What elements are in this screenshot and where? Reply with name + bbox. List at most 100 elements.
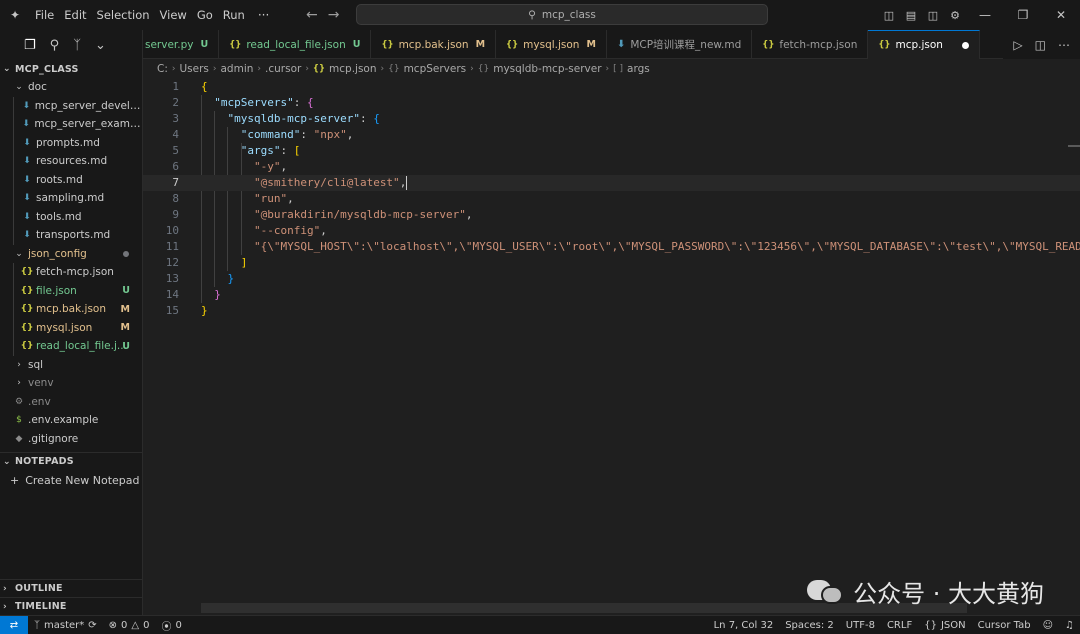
tree-folder-sql[interactable]: › sql [0, 356, 142, 375]
code-line[interactable]: 6 "-y", [143, 159, 1080, 175]
tab-fetch-mcp-json[interactable]: {} fetch-mcp.json [752, 30, 869, 59]
forward-arrow-icon[interactable]: → [328, 7, 340, 23]
tree-file[interactable]: ⬇ mcp_server_develop... [0, 96, 142, 115]
menu-edit[interactable]: Edit [59, 0, 91, 30]
tab-mysql-json[interactable]: {} mysql.json M [496, 30, 607, 59]
code-line[interactable]: 15} [143, 303, 1080, 319]
code-line[interactable]: 13 } [143, 271, 1080, 287]
copilot-icon[interactable]: ☺ [1037, 620, 1059, 631]
tree-label: venv [28, 377, 54, 390]
breadcrumb-item[interactable]: mcpServers [404, 63, 467, 75]
tree-folder-json-config[interactable]: ⌄ json_config [0, 245, 142, 264]
menu-more-button[interactable]: ··· [250, 8, 277, 22]
line-number: 14 [165, 288, 179, 301]
tab-mcp-course-md[interactable]: ⬇ MCP培训课程_new.md [607, 30, 753, 59]
remote-indicator-icon[interactable]: ⇄ [0, 615, 28, 634]
breadcrumb-item[interactable]: mysqldb-mcp-server [493, 63, 601, 75]
tree-file[interactable]: {} mcp.bak.json M [0, 300, 142, 319]
search-icon[interactable]: ⚲ [50, 38, 60, 53]
code-line[interactable]: 9 "@burakdirin/mysqldb-mcp-server", [143, 207, 1080, 223]
toggle-sidebar-icon[interactable]: ◫ [878, 0, 900, 30]
breadcrumb-item[interactable]: admin [221, 63, 254, 75]
gear-icon[interactable]: ⚙ [944, 0, 966, 30]
command-center[interactable]: ⚲ mcp_class [356, 4, 768, 25]
minimize-button[interactable]: — [966, 0, 1004, 30]
toggle-panel-icon[interactable]: ▤ [900, 0, 922, 30]
close-window-button[interactable]: ✕ [1042, 0, 1080, 30]
restore-button[interactable]: ❐ [1004, 0, 1042, 30]
branch-status[interactable]: ᛉ master* ⟳ [28, 620, 103, 631]
tab-server-py[interactable]: server.py U [143, 30, 220, 59]
source-control-icon[interactable]: ᛉ [73, 38, 81, 53]
tree-folder-doc[interactable]: ⌄ doc [0, 78, 142, 97]
language-status[interactable]: {} JSON [918, 620, 971, 631]
more-actions-icon[interactable]: ⋯ [1058, 38, 1070, 52]
breadcrumb-item[interactable]: Users [179, 63, 208, 75]
code-line[interactable]: 8 "run", [143, 191, 1080, 207]
cursor-position[interactable]: Ln 7, Col 32 [708, 620, 780, 631]
code-token: { [373, 112, 380, 125]
chevron-right-icon: › [17, 359, 21, 370]
notepads-header[interactable]: ⌄ NOTEPADS [0, 452, 142, 470]
tree-file[interactable]: $ .env.example [0, 411, 142, 430]
breadcrumb-item[interactable]: mcp.json [329, 63, 376, 75]
breadcrumb-item[interactable]: .cursor [265, 63, 301, 75]
eol-status[interactable]: CRLF [881, 620, 918, 631]
timeline-header-label: TIMELINE [15, 601, 67, 612]
code-line[interactable]: 2 "mcpServers": { [143, 95, 1080, 111]
tab-read-local-file-json[interactable]: {} read_local_file.json U [219, 30, 372, 59]
menu-file[interactable]: File [30, 0, 59, 30]
tree-file[interactable]: ⬇ roots.md [0, 170, 142, 189]
code-line[interactable]: 1{ [143, 79, 1080, 95]
indentation-status[interactable]: Spaces: 2 [779, 620, 840, 631]
code-line[interactable]: 11 "{\"MYSQL_HOST\":\"localhost\",\"MYSQ… [143, 239, 1080, 255]
encoding-status[interactable]: UTF-8 [840, 620, 881, 631]
tree-file[interactable]: ⬇ transports.md [0, 226, 142, 245]
code-editor[interactable]: 公众号 · 大大黄狗 1{2 "mcpServers": {3 "mysqldb… [143, 79, 1080, 615]
tree-file[interactable]: {} file.json U [0, 281, 142, 300]
tree-file[interactable]: {} fetch-mcp.json [0, 263, 142, 282]
bell-icon[interactable]: ♫ [1059, 620, 1080, 631]
tab-mcp-bak-json[interactable]: {} mcp.bak.json M [371, 30, 497, 59]
code-line[interactable]: 5 "args": [ [143, 143, 1080, 159]
menu-view[interactable]: View [155, 0, 192, 30]
tree-file[interactable]: ⬇ resources.md [0, 152, 142, 171]
menu-run[interactable]: Run [218, 0, 250, 30]
breadcrumb-item[interactable]: args [627, 63, 650, 75]
tree-file[interactable]: ⬇ tools.md [0, 207, 142, 226]
menu-selection[interactable]: Selection [92, 0, 155, 30]
chevron-down-icon[interactable]: ⌄ [95, 38, 106, 53]
code-line[interactable]: 7 "@smithery/cli@latest", [143, 175, 1080, 191]
code-line[interactable]: 14 } [143, 287, 1080, 303]
tree-file[interactable]: ⚙ .env [0, 393, 142, 412]
explorer-root-header[interactable]: ⌄ MCP_CLASS [0, 60, 142, 78]
tree-file[interactable]: {} read_local_file.j... U [0, 337, 142, 356]
tree-file[interactable]: ⬇ mcp_server_example... [0, 115, 142, 134]
breadcrumb-item[interactable]: C: [157, 63, 168, 75]
explorer-icon[interactable]: ❐ [24, 38, 36, 53]
cursor-tab-status[interactable]: Cursor Tab [972, 620, 1037, 631]
timeline-header[interactable]: › TIMELINE [0, 597, 142, 615]
create-notepad-button[interactable]: + Create New Notepad [0, 470, 142, 490]
unsaved-dot-icon[interactable] [961, 41, 969, 49]
problems-status[interactable]: ⊗ 0 △ 0 [103, 620, 156, 631]
tree-file[interactable]: ⬇ prompts.md [0, 133, 142, 152]
tree-file[interactable]: ◆ .gitignore [0, 430, 142, 449]
tab-mcp-json[interactable]: {} mcp.json [868, 30, 980, 59]
code-line[interactable]: 10 "--config", [143, 223, 1080, 239]
tree-file[interactable]: ⬇ sampling.md [0, 189, 142, 208]
outline-header[interactable]: › OUTLINE [0, 579, 142, 597]
toggle-secondary-sidebar-icon[interactable]: ◫ [922, 0, 944, 30]
file-tree: ⌄ doc ⬇ mcp_server_develop... ⬇ mcp_serv… [0, 78, 142, 448]
tree-folder-venv[interactable]: › venv [0, 374, 142, 393]
ports-status[interactable]: ⦿ 0 [156, 618, 188, 633]
title-bar: ✦ File Edit Selection View Go Run ··· ← … [0, 0, 1080, 30]
tree-file[interactable]: {} mysql.json M [0, 318, 142, 337]
code-line[interactable]: 3 "mysqldb-mcp-server": { [143, 111, 1080, 127]
split-editor-icon[interactable]: ◫ [1035, 38, 1046, 52]
code-line[interactable]: 12 ] [143, 255, 1080, 271]
menu-go[interactable]: Go [192, 0, 218, 30]
back-arrow-icon[interactable]: ← [306, 7, 318, 23]
run-icon[interactable]: ▷ [1013, 38, 1022, 52]
code-line[interactable]: 4 "command": "npx", [143, 127, 1080, 143]
